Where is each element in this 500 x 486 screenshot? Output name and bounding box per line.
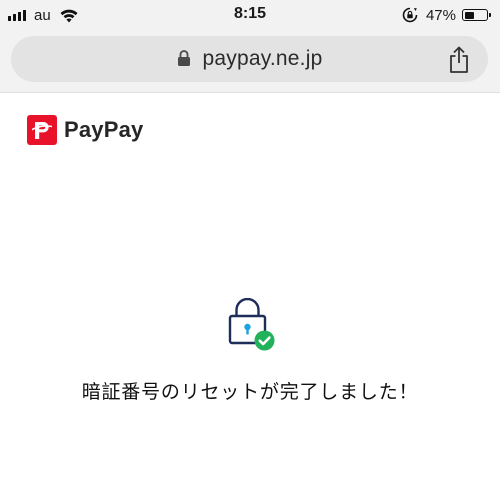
status-bar: au 8:15 47% [0,0,500,30]
battery-percent: 47% [425,6,456,24]
lock-with-checkmark-icon [228,298,275,351]
battery-icon [462,9,491,21]
lock-icon [177,50,190,66]
paypay-logo-mark [27,115,57,145]
address-bar[interactable]: paypay.ne.jp [11,36,488,82]
rotation-lock-icon [402,7,418,23]
battery-level [464,11,474,19]
share-icon[interactable] [448,46,470,74]
browser-toolbar: paypay.ne.jp [0,30,500,93]
url-text: paypay.ne.jp [202,47,323,70]
paypay-logo[interactable]: PayPay [27,115,144,145]
reset-complete-message: 暗証番号のリセットが完了しました！ [81,382,419,403]
paypay-p-icon [32,122,52,139]
paypay-logo-text: PayPay [64,117,144,142]
